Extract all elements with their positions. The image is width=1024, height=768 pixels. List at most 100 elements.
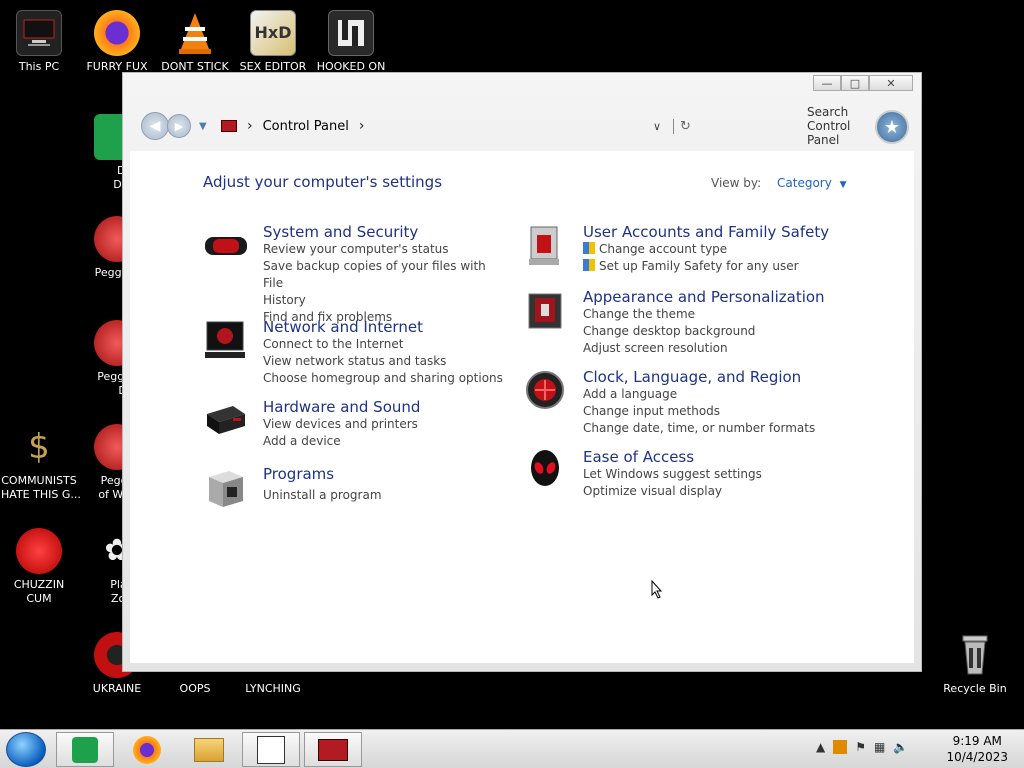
desktop-icon-label: HATE THIS G... <box>1 488 81 501</box>
forward-button[interactable]: ▶ <box>167 114 191 138</box>
mouse-cursor-icon <box>651 580 663 599</box>
money-bag-icon: $ <box>28 427 50 467</box>
computer-icon <box>16 10 62 56</box>
category-link[interactable]: Adjust screen resolution <box>583 340 823 357</box>
category-link[interactable]: Add a language <box>583 386 823 403</box>
search-input[interactable]: Search Control Panel <box>807 105 850 147</box>
flag-icon[interactable]: ⚑ <box>855 740 866 754</box>
category-link[interactable]: Change the theme <box>583 306 823 323</box>
desktop-icon-hooked-on[interactable]: HOOKED ON <box>313 10 389 74</box>
desktop-icon-label: UKRAINE <box>92 682 142 695</box>
taskbar: ▲ ⚑ ▦ 🔈 9:19 AM 10/4/2023 <box>0 729 1024 768</box>
printer-icon <box>203 398 249 444</box>
clock-date: 10/4/2023 <box>946 750 1008 764</box>
hxd-icon: HxD <box>250 10 296 56</box>
category-title[interactable]: Clock, Language, and Region <box>583 368 823 386</box>
category-link[interactable]: Review your computer's status <box>263 241 503 258</box>
desktop-icon-label: Recycle Bin <box>943 682 1007 695</box>
programs-box-icon <box>203 465 249 511</box>
page-title: Adjust your computer's settings <box>203 173 443 191</box>
breadcrumb-separator[interactable]: › <box>247 118 253 134</box>
category-title[interactable]: Appearance and Personalization <box>583 288 825 306</box>
chuzzle-icon <box>16 528 62 574</box>
minimize-button[interactable]: — <box>813 75 841 91</box>
desktop-icon-this-pc[interactable]: This PC <box>1 10 77 74</box>
clock-time: 9:19 AM <box>952 734 1002 748</box>
desktop-icon-dont-stick[interactable]: DONT STICK <box>157 10 233 74</box>
taskbar-file-explorer[interactable] <box>180 732 238 767</box>
category-link[interactable]: View network status and tasks <box>263 353 503 370</box>
control-panel-window: — □ ✕ ◀ ▶ ▼ › Control Panel › ∨ ↻ Search… <box>122 72 922 672</box>
maximize-button[interactable]: □ <box>841 75 869 91</box>
taskbar-firefox[interactable] <box>118 732 176 767</box>
category-title[interactable]: Network and Internet <box>263 318 503 336</box>
desktop-icon-communists[interactable]: $ COMMUNISTS HATE THIS G... <box>1 424 81 502</box>
category-link[interactable]: History <box>263 292 503 309</box>
arrow-right-icon: ▶ <box>174 119 184 133</box>
desktop-icon-furry-fux[interactable]: FURRY FUX <box>79 10 155 74</box>
recycle-bin-icon <box>952 632 998 678</box>
start-button[interactable] <box>6 732 46 767</box>
category-title[interactable]: Hardware and Sound <box>263 398 503 416</box>
category-link[interactable]: Uninstall a program <box>263 487 503 504</box>
show-hidden-icons-icon[interactable]: ▲ <box>816 740 825 754</box>
category-link[interactable]: Set up Family Safety for any user <box>583 258 823 275</box>
category-link[interactable]: Optimize visual display <box>583 483 823 500</box>
desktop-icon-label: CUM <box>26 592 52 605</box>
category-link[interactable]: Let Windows suggest settings <box>583 466 823 483</box>
globe-icon <box>523 368 569 414</box>
desktop-icon-label: LYNCHING <box>245 682 301 695</box>
tray-app-icon[interactable] <box>833 740 848 754</box>
navigation-toolbar: ◀ ▶ ▼ › Control Panel › ∨ ↻ Search Contr… <box>131 103 915 149</box>
category-link[interactable]: Connect to the Internet <box>263 336 503 353</box>
desktop-icon-chuzzin[interactable]: CHUZZIN CUM <box>1 528 77 606</box>
category-link[interactable]: Change desktop background <box>583 323 823 340</box>
folder-icon <box>194 737 224 762</box>
category-link[interactable]: Choose homegroup and sharing options <box>263 370 503 387</box>
system-tray: ▲ ⚑ ▦ 🔈 <box>816 740 908 754</box>
shield-icon <box>203 223 249 269</box>
close-button[interactable]: ✕ <box>869 75 913 91</box>
category-link[interactable]: Change account type <box>583 241 823 258</box>
view-by-dropdown[interactable]: Category <box>777 176 832 190</box>
user-accounts-icon <box>523 223 569 269</box>
desktop-icon-label: COMMUNISTS <box>1 474 77 487</box>
back-button[interactable]: ◀ <box>141 112 169 140</box>
caption-buttons: — □ ✕ <box>813 75 913 91</box>
alien-head-icon <box>523 448 569 494</box>
network-icon[interactable]: ▦ <box>874 740 885 754</box>
category-link[interactable]: Save backup copies of your files with Fi… <box>263 258 503 292</box>
category-link[interactable]: View devices and printers <box>263 416 503 433</box>
category-link[interactable]: Add a device <box>263 433 503 450</box>
refresh-icon[interactable]: ↻ <box>673 118 691 134</box>
category-title[interactable]: Ease of Access <box>583 448 823 466</box>
address-dropdown-icon[interactable]: ∨ <box>653 120 661 133</box>
desktop-icon-sex-editor[interactable]: HxD SEX EDITOR <box>235 10 311 74</box>
desktop-icon-recycle-bin[interactable]: Recycle Bin <box>937 632 1013 696</box>
control-panel-icon <box>221 120 237 132</box>
category-title[interactable]: Programs <box>263 465 503 483</box>
network-monitor-icon <box>203 318 249 364</box>
view-by-label: View by: <box>711 176 762 190</box>
notes-icon <box>72 736 98 763</box>
category-title[interactable]: System and Security <box>263 223 503 241</box>
breadcrumb-control-panel[interactable]: Control Panel <box>263 119 349 134</box>
arrow-left-icon: ◀ <box>149 118 161 134</box>
speaker-icon[interactable]: 🔈 <box>893 740 908 754</box>
category-link[interactable]: Change date, time, or number formats <box>583 420 823 437</box>
control-panel-icon <box>318 738 348 761</box>
game-icon <box>328 10 374 56</box>
desktop-icon-label: OOPS <box>179 682 211 695</box>
desktop-icon-label: CHUZZIN <box>13 578 65 591</box>
category-title[interactable]: User Accounts and Family Safety <box>583 223 829 241</box>
recent-pages-dropdown[interactable]: ▼ <box>199 121 207 132</box>
taskbar-notes-app[interactable] <box>56 732 114 767</box>
taskbar-control-panel[interactable] <box>304 732 362 767</box>
category-link[interactable]: Change input methods <box>583 403 823 420</box>
desktop-icon-label: This PC <box>18 60 60 73</box>
taskbar-game-app[interactable] <box>242 732 300 767</box>
clock[interactable]: 9:19 AM 10/4/2023 <box>946 733 1008 765</box>
chevron-down-icon[interactable]: ▼ <box>840 180 847 190</box>
breadcrumb-separator[interactable]: › <box>359 118 365 134</box>
address-bar[interactable]: › Control Panel › ∨ ↻ Search Control Pan… <box>221 105 850 147</box>
